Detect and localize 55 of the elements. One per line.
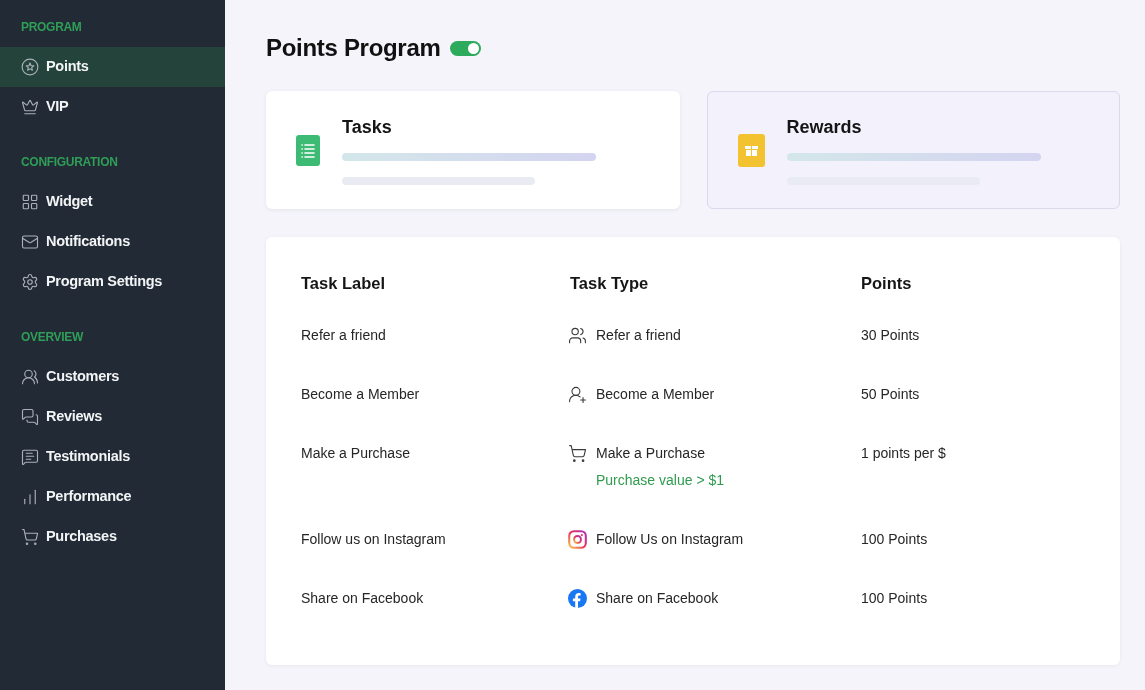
star-circle-icon: [21, 58, 39, 76]
users-icon: [568, 326, 587, 345]
chat-bubbles-icon: [21, 408, 39, 426]
table-cell: Make a Purchase: [596, 444, 705, 463]
sidebar-item[interactable]: Testimonials: [0, 437, 225, 477]
message-text-icon: [21, 448, 39, 466]
sidebar-item[interactable]: Reviews: [0, 397, 225, 437]
gift-icon: [737, 133, 765, 167]
users-icon: [21, 368, 39, 386]
bar-chart-icon: [21, 488, 39, 506]
table-cell: Refer a friend: [301, 326, 386, 345]
page-title: Points Program: [266, 34, 441, 62]
grid-icon: [21, 193, 39, 211]
table-cell: Follow Us on Instagram: [596, 530, 744, 549]
user-add-icon: [568, 385, 587, 404]
section-heading: PROGRAM: [21, 19, 82, 35]
sidebar-item[interactable]: Notifications: [0, 222, 225, 262]
table-cell: 100 Points: [861, 530, 928, 549]
crown-icon: [21, 98, 39, 116]
settings-icon: [21, 273, 39, 291]
mail-icon: [21, 233, 39, 251]
section-heading: CONFIGURATION: [21, 154, 118, 170]
cart-icon: [21, 528, 39, 546]
table-cell: 1 points per $: [861, 444, 946, 463]
sidebar-item[interactable]: Widget: [0, 182, 225, 222]
instagram-icon: [568, 530, 587, 549]
column-header: Points: [861, 273, 912, 293]
section-heading: OVERVIEW: [21, 329, 84, 345]
table-cell: Share on Facebook: [596, 589, 719, 608]
table-cell: 30 Points: [861, 326, 920, 345]
sidebar-item[interactable]: Customers: [0, 357, 225, 397]
table-cell: Share on Facebook: [301, 589, 424, 608]
table-cell: Follow us on Instagram: [301, 530, 446, 549]
facebook-icon: [568, 589, 587, 608]
sidebar-item[interactable]: VIP: [0, 87, 225, 127]
table-cell: Become a Member: [596, 385, 715, 404]
column-header: Task Type: [570, 273, 649, 293]
list-document-icon: [296, 134, 320, 166]
column-header: Task Label: [301, 273, 386, 293]
sidebar-item[interactable]: Purchases: [0, 517, 225, 557]
sidebar-item[interactable]: Points: [0, 47, 225, 87]
sidebar-item[interactable]: Performance: [0, 477, 225, 517]
table-cell: Become a Member: [301, 385, 420, 404]
card-title: Tasks: [342, 115, 392, 138]
summary-card[interactable]: Rewards: [706, 91, 1120, 209]
toggle-switch[interactable]: [449, 40, 481, 56]
sidebar-item[interactable]: Program Settings: [0, 262, 225, 302]
cart-icon: [568, 444, 587, 463]
card-title: Rewards: [786, 115, 862, 138]
condition-text: Purchase value > $1: [596, 471, 725, 490]
summary-card[interactable]: Tasks: [266, 91, 680, 209]
table-cell: Refer a friend: [596, 326, 681, 345]
table-cell: 50 Points: [861, 385, 920, 404]
table-cell: 100 Points: [861, 589, 928, 608]
table-cell: Make a Purchase: [301, 444, 410, 463]
